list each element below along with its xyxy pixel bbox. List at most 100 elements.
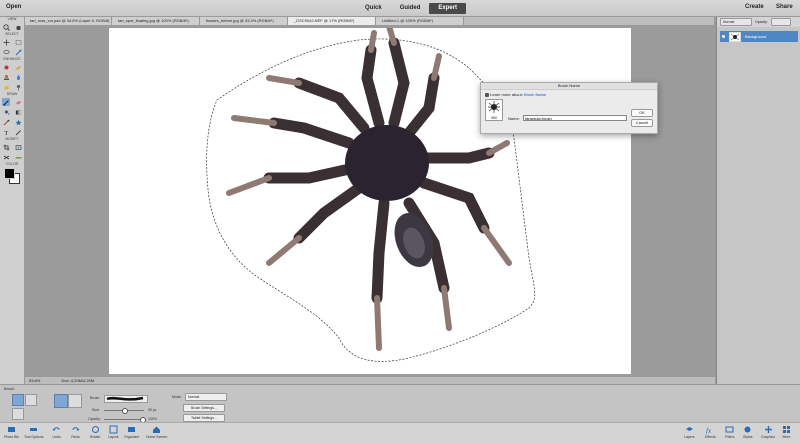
gradient-tool-icon[interactable] <box>14 108 22 116</box>
size-value: 30 px <box>148 408 157 412</box>
hand-tool-icon[interactable] <box>14 23 22 31</box>
pencil-tool-icon[interactable] <box>14 128 22 136</box>
impressionist-brush-icon[interactable] <box>25 394 37 406</box>
brush-preset-icon[interactable] <box>12 394 24 406</box>
mode-expert[interactable]: Expert <box>429 3 467 14</box>
status-bar: 53.6% Doc: 4.20M/4.20M <box>25 377 715 384</box>
share-button[interactable]: Share <box>776 4 793 10</box>
effects-button[interactable]: fx Effects <box>705 425 716 439</box>
tool-name: Brush <box>4 386 15 391</box>
mode-guided[interactable]: Guided <box>391 3 430 14</box>
marquee-tool-icon[interactable] <box>14 38 22 46</box>
plus-icon <box>764 426 772 433</box>
undo-icon <box>52 427 60 431</box>
size-label: Size: <box>92 408 100 412</box>
layers-button[interactable]: Layers <box>684 425 695 439</box>
redo-icon <box>72 427 80 431</box>
stamp-tool-icon[interactable] <box>2 73 10 81</box>
styles-button[interactable]: Styles <box>743 425 753 439</box>
organizer-icon <box>128 427 136 432</box>
size-slider-thumb[interactable] <box>122 408 128 414</box>
mode-select[interactable]: Normal <box>185 393 227 401</box>
canvas-area <box>25 23 715 376</box>
redo-button[interactable]: Redo <box>71 425 80 439</box>
healing-brush-icon[interactable] <box>14 63 22 71</box>
more-label: More <box>782 435 791 439</box>
brush-name-input[interactable] <box>523 115 627 121</box>
brush-settings-button[interactable]: Brush Settings... <box>183 404 225 412</box>
move-tool-icon[interactable] <box>2 38 10 46</box>
tool-options-button[interactable]: Tool Options <box>24 425 43 439</box>
layers-icon <box>685 427 693 431</box>
tablet-settings-button[interactable]: Tablet Settings... <box>183 414 225 422</box>
brush-tool-icon[interactable] <box>2 98 10 106</box>
name-label: Name: <box>508 116 520 121</box>
home-screen-button[interactable]: Home Screen <box>146 425 167 439</box>
zoom-tool-icon[interactable] <box>2 23 10 31</box>
learn-more-link[interactable]: Brush Name <box>524 92 546 97</box>
open-button[interactable]: Open <box>6 4 21 10</box>
brush-stroke-preview[interactable] <box>104 395 148 403</box>
document-tabs: tarl_russ_cur.psd @ 34.6% (Layer 0, RGB/… <box>24 17 714 25</box>
organizer-label: Organizer <box>124 435 140 439</box>
layer-row-background[interactable]: Background <box>720 31 798 42</box>
sponge-tool-icon[interactable] <box>2 83 10 91</box>
eraser-tool-icon[interactable] <box>14 98 22 106</box>
content-aware-move-icon[interactable] <box>2 153 10 161</box>
svg-text:T: T <box>4 130 8 136</box>
layout-icon <box>109 425 118 434</box>
cancel-button[interactable]: Cancel <box>631 119 653 127</box>
create-button[interactable]: Create <box>745 4 764 10</box>
quick-selection-tool-icon[interactable] <box>14 48 22 56</box>
layer-thumbnail <box>729 31 741 42</box>
crop-tool-icon[interactable] <box>2 143 10 151</box>
info-icon <box>485 92 489 97</box>
zoom-readout: 53.6% <box>29 378 41 383</box>
custom-shape-icon[interactable] <box>14 118 22 126</box>
recompose-tool-icon[interactable] <box>14 143 22 151</box>
layout-button[interactable]: Layout <box>108 425 119 439</box>
graphics-button[interactable]: Graphics <box>761 425 775 439</box>
eyedropper-icon[interactable] <box>2 118 10 126</box>
paint-bucket-icon[interactable] <box>2 108 10 116</box>
tab-doc-5[interactable]: Untitled-1 @ 100% (RGB/8*) <box>376 17 464 25</box>
opacity-value: 100% <box>148 417 157 421</box>
type-tool-icon[interactable]: T <box>2 128 10 136</box>
color-replacement-icon[interactable] <box>12 408 24 420</box>
tab-doc-1[interactable]: tarl_russ_cur.psd @ 34.6% (Layer 0, RGB/… <box>24 17 112 25</box>
tab-doc-3[interactable]: flowers_before.jpg @ 33.4% (RGB/8*) <box>200 17 288 25</box>
filters-label: Filters <box>725 435 735 439</box>
tab-doc-4[interactable]: _DSC9042.NEF @ 17% (RGB/8*) <box>288 17 376 25</box>
blur-tool-icon[interactable] <box>14 73 22 81</box>
graphics-label: Graphics <box>761 435 776 439</box>
blend-mode-select[interactable]: Normal <box>720 18 752 26</box>
opacity-field[interactable] <box>770 18 791 26</box>
tool-options-label: Tool Options <box>24 435 44 439</box>
size-slider[interactable] <box>104 408 144 414</box>
ok-button[interactable]: OK <box>631 109 653 117</box>
tab-doc-2[interactable]: tarl_spot_floating.jpg @ 100% (RGB/8*) <box>112 17 200 25</box>
red-eye-tool-icon[interactable] <box>2 63 10 71</box>
filters-button[interactable]: Filters <box>725 425 735 439</box>
photo-bin-label: Photo Bin <box>4 435 20 439</box>
rotate-button[interactable]: Rotate <box>90 425 100 439</box>
mode-quick[interactable]: Quick <box>356 3 391 14</box>
photo-bin-button[interactable]: Photo Bin <box>4 425 19 439</box>
lasso-tool-icon[interactable] <box>2 48 10 56</box>
opacity-slider[interactable] <box>104 417 146 423</box>
svg-text:fx: fx <box>706 427 712 434</box>
dodge-tool-icon[interactable] <box>14 83 22 91</box>
layers-panel: Normal Opacity: Background <box>716 17 800 384</box>
organizer-button[interactable]: Organizer <box>124 425 139 439</box>
airbrush-toggle[interactable] <box>54 394 68 408</box>
tablet-pressure-toggle[interactable] <box>68 394 82 408</box>
layout-label: Layout <box>108 435 119 439</box>
visibility-eye-icon[interactable] <box>722 35 725 38</box>
rotate-label: Rotate <box>90 435 101 439</box>
learn-more-text: Learn more about: <box>490 92 523 97</box>
brush-label: Brush: <box>90 396 101 400</box>
more-button[interactable]: More <box>782 425 791 439</box>
straighten-tool-icon[interactable] <box>14 153 22 161</box>
undo-button[interactable]: Undo <box>52 425 61 439</box>
document-canvas[interactable] <box>109 23 631 374</box>
